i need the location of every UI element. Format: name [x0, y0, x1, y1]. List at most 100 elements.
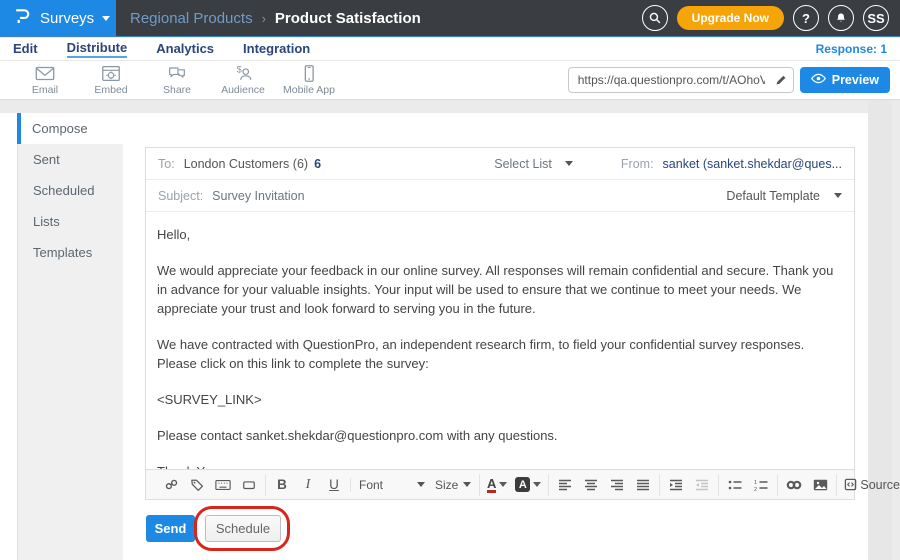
indent-group	[659, 474, 718, 496]
from-label: From:	[621, 157, 654, 171]
font-label: Font	[359, 478, 383, 492]
chevron-down-icon	[834, 193, 842, 198]
body-paragraph: <SURVEY_LINK>	[157, 390, 843, 409]
distribute-content: Compose Sent Scheduled Lists Templates T…	[0, 100, 900, 560]
channel-email[interactable]: Email	[12, 64, 78, 96]
select-list-dropdown[interactable]: Select List	[494, 157, 573, 171]
underline-button[interactable]: U	[323, 474, 345, 496]
product-menu-label: Surveys	[40, 10, 94, 27]
text-color-button[interactable]: A	[485, 474, 509, 496]
align-right-icon[interactable]	[606, 474, 628, 496]
source-label: Source	[860, 478, 900, 492]
insert-button-icon[interactable]	[238, 474, 260, 496]
italic-button[interactable]: I	[297, 474, 319, 496]
source-button[interactable]: Source	[842, 474, 900, 496]
email-envelope-icon	[34, 64, 56, 83]
body-paragraph: We have contracted with QuestionPro, an …	[157, 335, 843, 373]
channel-label: Mobile App	[283, 84, 335, 96]
bg-color-letter: A	[515, 477, 530, 492]
align-center-icon[interactable]	[580, 474, 602, 496]
numbered-list-icon[interactable]: 12	[750, 474, 772, 496]
to-recipients[interactable]: London Customers (6)	[184, 157, 308, 171]
channel-mobile-app[interactable]: Mobile App	[276, 64, 342, 96]
indent-icon[interactable]	[665, 474, 687, 496]
preview-label: Preview	[832, 73, 879, 87]
breadcrumb-survey-name: Product Satisfaction	[275, 10, 421, 27]
background-color-button[interactable]: A	[513, 474, 543, 496]
channel-embed[interactable]: Embed	[78, 64, 144, 96]
tab-integration[interactable]: Integration	[243, 41, 310, 57]
hyperlink-icon[interactable]	[783, 474, 805, 496]
channel-label: Audience	[221, 84, 265, 96]
preview-button[interactable]: Preview	[800, 67, 890, 93]
breadcrumb-folder[interactable]: Regional Products	[130, 10, 253, 27]
recipient-count: 6	[314, 157, 321, 171]
header-actions: Upgrade Now ? SS	[642, 5, 900, 31]
svg-text:$: $	[237, 65, 242, 75]
survey-link-field	[568, 67, 794, 93]
template-dropdown[interactable]: Default Template	[726, 189, 842, 203]
channel-label: Email	[32, 84, 58, 96]
subject-label: Subject:	[158, 189, 203, 203]
sidebar-item-lists[interactable]: Lists	[18, 206, 123, 237]
chevron-down-icon	[417, 482, 425, 487]
survey-nav: Edit Distribute Analytics Integration Re…	[0, 38, 900, 61]
surveys-menu[interactable]: Surveys	[0, 0, 116, 36]
font-family-dropdown[interactable]: Font	[356, 478, 428, 492]
insert-image-icon[interactable]	[809, 474, 831, 496]
subject-row: Subject: Survey Invitation Default Templ…	[146, 180, 854, 212]
from-sender[interactable]: sanket (sanket.shekdar@ques...	[663, 157, 842, 171]
upgrade-now-button[interactable]: Upgrade Now	[677, 6, 784, 30]
sidebar-item-scheduled[interactable]: Scheduled	[18, 175, 123, 206]
bullet-list-icon[interactable]	[724, 474, 746, 496]
bold-button[interactable]: B	[271, 474, 293, 496]
font-size-dropdown[interactable]: Size	[432, 478, 474, 492]
tab-distribute[interactable]: Distribute	[67, 40, 128, 58]
top-header: Surveys Regional Products › Product Sati…	[0, 0, 900, 37]
svg-text:1: 1	[754, 480, 757, 486]
notifications-bell-icon[interactable]	[828, 5, 854, 31]
sidebar-item-sent[interactable]: Sent	[18, 144, 123, 175]
schedule-button[interactable]: Schedule	[205, 515, 281, 542]
template-label: Default Template	[726, 189, 820, 203]
channel-audience[interactable]: $ Audience	[210, 64, 276, 96]
sidebar-item-compose[interactable]: Compose	[17, 113, 123, 144]
send-button[interactable]: Send	[146, 515, 195, 542]
color-group: A A	[479, 474, 548, 496]
align-justify-icon[interactable]	[632, 474, 654, 496]
email-body-editor[interactable]: Hello, We would appreciate your feedback…	[146, 212, 854, 469]
sidebar-item-templates[interactable]: Templates	[18, 237, 123, 268]
audience-dollar-person-icon: $	[232, 64, 254, 83]
align-left-icon[interactable]	[554, 474, 576, 496]
channel-label: Share	[163, 84, 191, 96]
insert-keyboard-icon[interactable]	[212, 474, 234, 496]
embed-window-gear-icon	[100, 64, 122, 83]
response-count[interactable]: Response: 1	[816, 42, 887, 56]
insert-tag-icon[interactable]	[186, 474, 208, 496]
tab-edit[interactable]: Edit	[13, 41, 38, 57]
text-color-letter: A	[487, 477, 496, 493]
chevron-down-icon	[533, 482, 541, 487]
compose-panel: To: London Customers (6) 6 Select List F…	[145, 147, 855, 500]
search-icon[interactable]	[642, 5, 668, 31]
from-block: From: sanket (sanket.shekdar@ques...	[621, 157, 842, 171]
media-group	[777, 474, 836, 496]
edit-url-pencil-icon[interactable]	[769, 74, 793, 86]
subject-input[interactable]: Survey Invitation	[212, 189, 304, 203]
chevron-down-icon	[565, 161, 573, 166]
chevron-down-icon	[499, 482, 507, 487]
channel-share[interactable]: Share	[144, 64, 210, 96]
survey-url-input[interactable]	[569, 73, 769, 87]
insert-link-icon[interactable]	[160, 474, 182, 496]
font-group: Font Size	[350, 478, 479, 492]
richtext-toolbar: B I U Font Size A A	[146, 469, 854, 499]
align-group	[548, 474, 659, 496]
user-avatar[interactable]: SS	[863, 5, 889, 31]
body-paragraph: Hello,	[157, 225, 843, 244]
body-paragraph: Thank You	[157, 462, 843, 469]
outdent-icon[interactable]	[691, 474, 713, 496]
tab-analytics[interactable]: Analytics	[156, 41, 214, 57]
chevron-down-icon	[463, 482, 471, 487]
help-icon[interactable]: ?	[793, 5, 819, 31]
body-paragraph: Please contact sanket.shekdar@questionpr…	[157, 426, 843, 445]
